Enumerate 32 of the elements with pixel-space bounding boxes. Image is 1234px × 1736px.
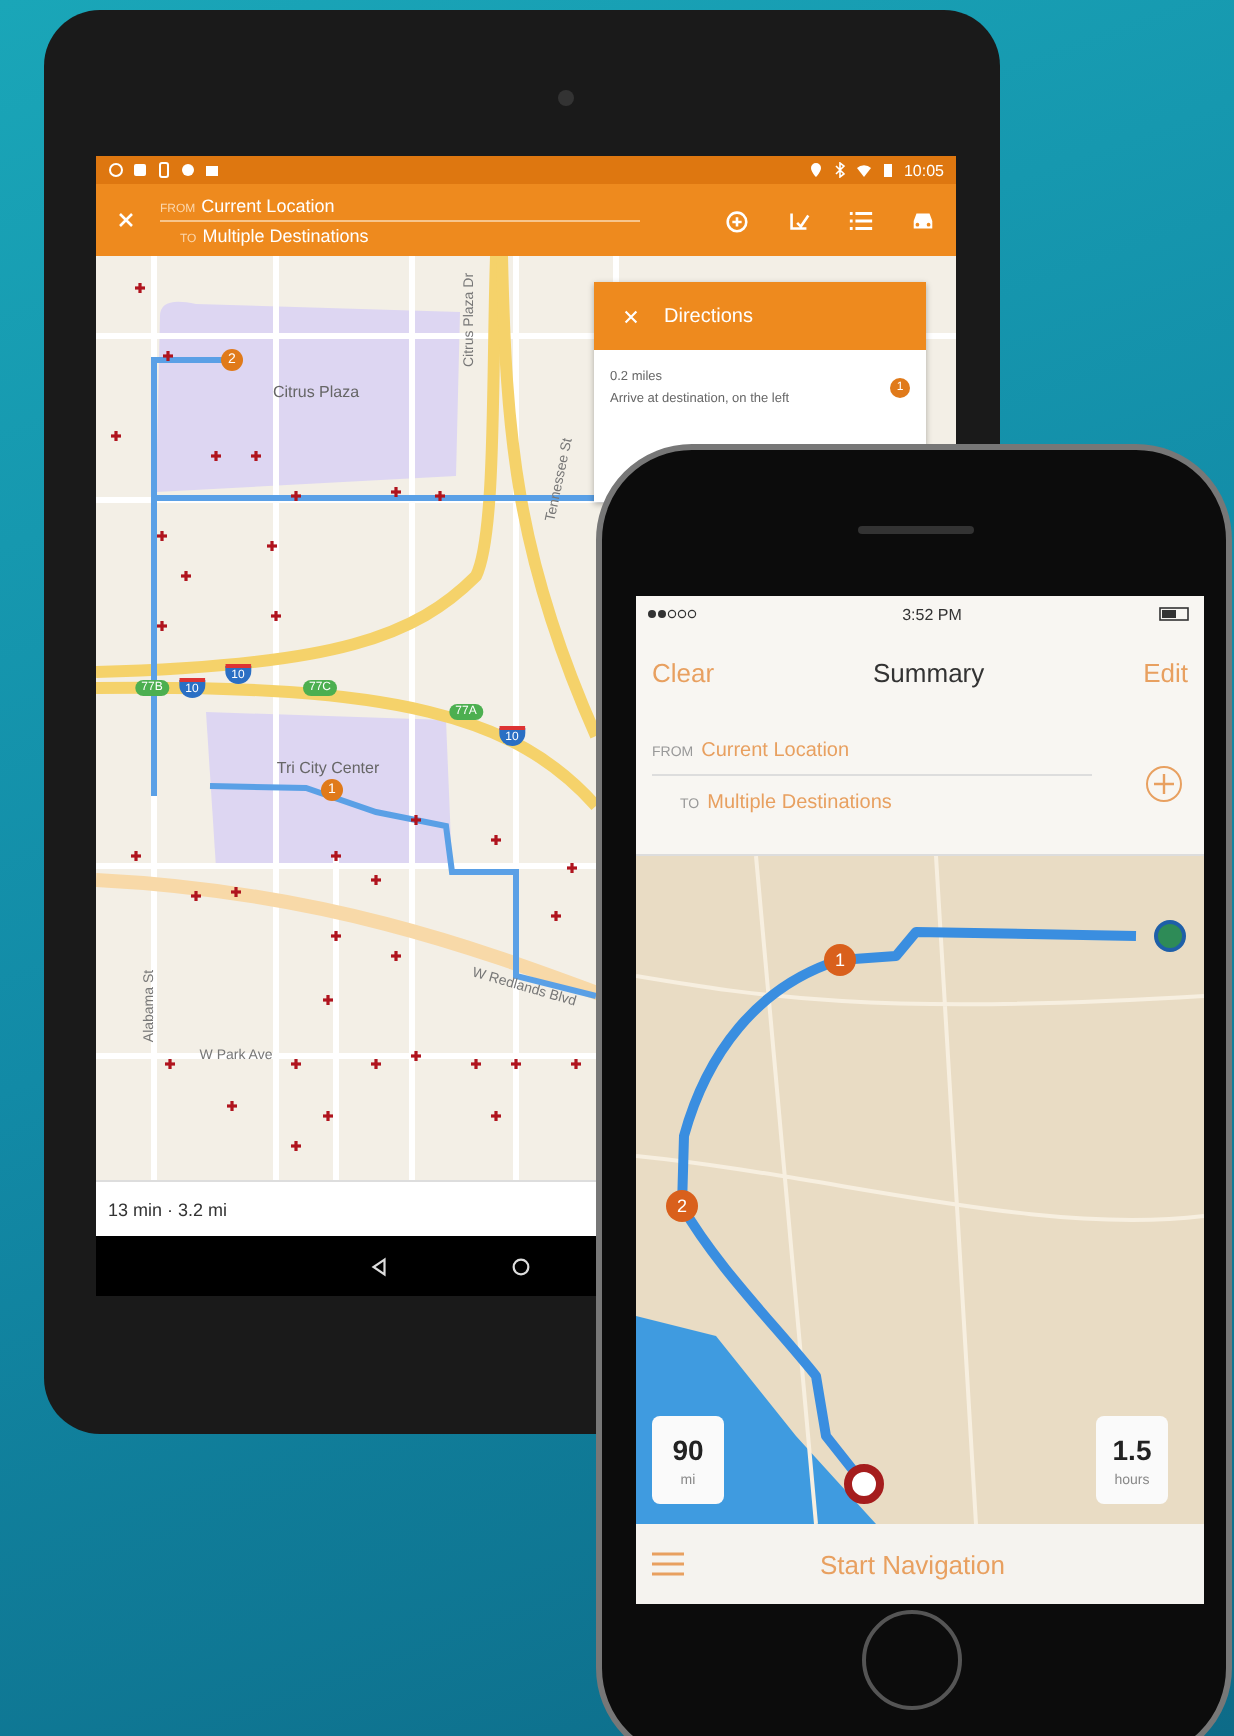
stat-value: 90 [672, 1433, 704, 1465]
status-time: 3:52 PM [902, 605, 962, 623]
add-icon[interactable] [1144, 763, 1184, 803]
stat-value: 1.5 [1112, 1433, 1152, 1465]
panel-title: Directions [664, 305, 753, 327]
from-field[interactable]: Current Location [201, 195, 335, 215]
bluetooth-icon [831, 162, 848, 178]
list-icon[interactable] [848, 207, 874, 233]
add-stop-icon[interactable] [724, 207, 750, 233]
menu-icon[interactable] [652, 1552, 684, 1576]
battery-icon [1157, 606, 1194, 622]
from-field[interactable]: Current Location [701, 740, 850, 762]
map-label: Tri City Center [276, 759, 380, 777]
home-button[interactable] [862, 1610, 962, 1710]
start-navigation-button[interactable]: Start Navigation [820, 1549, 1005, 1579]
wifi-icon [855, 162, 872, 178]
trip-summary: 13 min · 3.2 mi [108, 1199, 228, 1219]
speaker-icon [858, 526, 974, 534]
map-label: Citrus Plaza [272, 383, 360, 401]
status-time: 10:05 [903, 161, 944, 179]
clear-button[interactable]: Clear [652, 657, 715, 687]
home-icon[interactable] [510, 1255, 532, 1277]
to-field[interactable]: Multiple Destinations [707, 792, 892, 814]
edit-button[interactable]: Edit [1143, 657, 1188, 687]
back-icon[interactable] [368, 1255, 390, 1277]
close-icon[interactable] [622, 307, 640, 325]
screen-title: Summary [873, 657, 985, 687]
to-field[interactable]: Multiple Destinations [202, 225, 369, 245]
close-icon[interactable] [116, 210, 136, 230]
camera-icon [558, 90, 574, 106]
battery-icon [879, 162, 896, 178]
location-pin-icon [807, 162, 824, 178]
